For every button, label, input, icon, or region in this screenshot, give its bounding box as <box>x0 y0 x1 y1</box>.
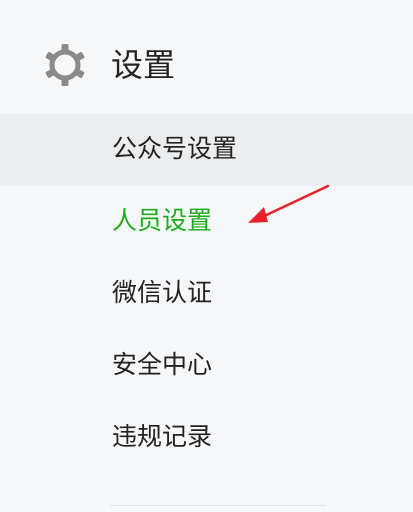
gear-icon <box>45 44 85 86</box>
menu-item-label: 安全中心 <box>112 350 213 379</box>
section-title: 设置 <box>111 46 176 84</box>
menu-item-label: 微信认证 <box>112 278 213 307</box>
settings-section-header: 设置 <box>0 38 413 96</box>
menu-item-label: 人员设置 <box>112 206 213 235</box>
menu-item-official-account-settings[interactable]: 公众号设置 <box>0 114 413 186</box>
menu-item-personnel-settings[interactable]: 人员设置 <box>0 186 413 258</box>
menu-item-label: 违规记录 <box>112 422 213 451</box>
menu-item-wechat-verification[interactable]: 微信认证 <box>0 258 413 330</box>
menu-item-violation-records[interactable]: 违规记录 <box>0 402 413 474</box>
red-arrow-icon <box>248 184 330 223</box>
menu-divider <box>110 505 326 506</box>
settings-menu: 公众号设置 人员设置 微信认证 安全中心 违规记录 <box>0 114 413 474</box>
menu-item-label: 公众号设置 <box>112 134 238 163</box>
menu-item-security-center[interactable]: 安全中心 <box>0 330 413 402</box>
